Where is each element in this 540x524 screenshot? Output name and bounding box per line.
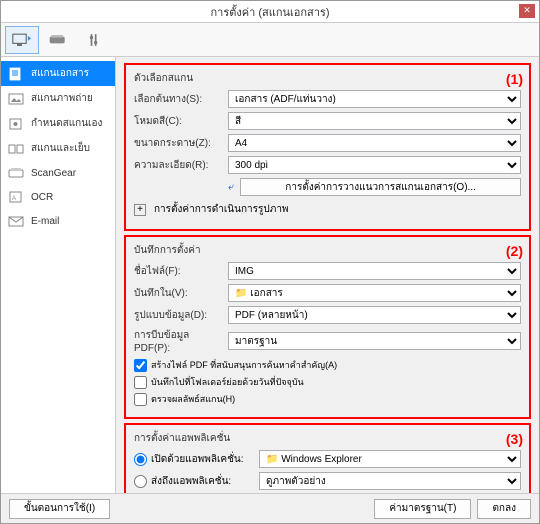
instructions-button[interactable]: ขั้นตอนการใช้(I)	[9, 499, 110, 519]
send-app-select[interactable]: ดูภาพตัวอย่าง	[259, 472, 521, 490]
defaults-button[interactable]: ค่ามาตรฐาน(T)	[374, 499, 471, 519]
sidebar-label: กำหนดสแกนเอง	[31, 116, 102, 131]
source-select[interactable]: เอกสาร (ADF/แท่นวาง)	[228, 90, 521, 108]
open-with-radio[interactable]	[134, 453, 147, 466]
sidebar-item-scangear[interactable]: ScanGear	[1, 161, 115, 185]
sidebar-label: สแกนและเย็บ	[31, 141, 90, 156]
resolution-select[interactable]: 300 dpi	[228, 156, 521, 174]
sidebar-label: OCR	[31, 192, 53, 203]
resolution-label: ความละเอียด(R):	[134, 158, 224, 173]
sidebar-item-custom-scan[interactable]: กำหนดสแกนเอง	[1, 111, 115, 136]
sidebar-item-photo-scan[interactable]: สแกนภาพถ่าย	[1, 86, 115, 111]
save-settings-title: บันทึกการตั้งค่า	[134, 243, 521, 258]
titlebar: การตั้งค่า (สแกนเอกสาร) ✕	[1, 1, 539, 23]
section-scan-options: (1) ตัวเลือกสแกน เลือกต้นทาง(S): เอกสาร …	[124, 63, 531, 231]
scanner-icon	[48, 33, 68, 47]
section-number-2: (2)	[506, 243, 523, 259]
sidebar-item-document-scan[interactable]: สแกนเอกสาร	[1, 61, 115, 86]
section-app-settings: (3) การตั้งค่าแอพพลิเคชั่น เปิดด้วยแอพพล…	[124, 423, 531, 493]
toolbar	[1, 23, 539, 57]
section-number-1: (1)	[506, 71, 523, 87]
scangear-icon	[7, 166, 25, 180]
scan-options-title: ตัวเลือกสแกน	[134, 71, 521, 86]
main-panel: (1) ตัวเลือกสแกน เลือกต้นทาง(S): เอกสาร …	[116, 57, 539, 493]
filename-combo[interactable]: IMG	[228, 262, 521, 280]
keyword-pdf-checkbox[interactable]	[134, 359, 147, 372]
sidebar-item-email[interactable]: E-mail	[1, 209, 115, 233]
app-settings-title: การตั้งค่าแอพพลิเคชั่น	[134, 431, 521, 446]
subfolder-label: บันทึกไปที่โฟลเดอร์ย่อยด้วยวันที่ปัจจุบั…	[151, 375, 304, 389]
sidebar-label: สแกนเอกสาร	[31, 66, 89, 81]
color-label: โหมดสี(C):	[134, 114, 224, 129]
send-app-radio[interactable]	[134, 475, 147, 488]
email-icon	[7, 214, 25, 228]
footer: ขั้นตอนการใช้(I) ค่ามาตรฐาน(T) ตกลง	[1, 493, 539, 523]
sidebar-label: E-mail	[31, 216, 59, 227]
compression-select[interactable]: มาตรฐาน	[228, 332, 521, 350]
toolbar-tab-scan-from-panel[interactable]	[41, 26, 75, 54]
window-title: การตั้งค่า (สแกนเอกสาร)	[211, 3, 330, 21]
check-results-label: ตรวจผลลัพธ์สแกน(H)	[151, 392, 235, 406]
custom-icon	[7, 117, 25, 131]
compression-label: การบีบข้อมูล PDF(P):	[134, 328, 224, 354]
expand-toggle[interactable]: +	[134, 204, 146, 216]
check-results-checkbox[interactable]	[134, 393, 147, 406]
keyword-pdf-label: สร้างไฟล์ PDF ที่สนับสนุนการค้นหาคำสำคัญ…	[151, 358, 337, 372]
open-with-select[interactable]: 📁 Windows Explorer	[259, 450, 521, 468]
source-label: เลือกต้นทาง(S):	[134, 92, 224, 107]
settings-dialog: การตั้งค่า (สแกนเอกสาร) ✕ สแกนเอกสาร สแก…	[0, 0, 540, 524]
savein-select[interactable]: 📁 เอกสาร	[228, 284, 521, 302]
document-icon	[7, 67, 25, 81]
sidebar: สแกนเอกสาร สแกนภาพถ่าย กำหนดสแกนเอง สแกน…	[1, 57, 116, 493]
monitor-icon	[12, 33, 32, 47]
orientation-settings-button[interactable]: การตั้งค่าการวางแนวการสแกนเอกสาร(O)...	[240, 178, 521, 196]
size-select[interactable]: A4	[228, 134, 521, 152]
size-label: ขนาดกระดาษ(Z):	[134, 136, 224, 151]
sidebar-label: สแกนภาพถ่าย	[31, 91, 93, 106]
send-app-label: ส่งถึงแอพพลิเคชั่น:	[151, 474, 255, 489]
toolbar-tab-scan-from-computer[interactable]	[5, 26, 39, 54]
orient-icon: ⤶	[228, 181, 234, 194]
section-save-settings: (2) บันทึกการตั้งค่า ชื่อไฟล์(F): IMG บั…	[124, 235, 531, 419]
photo-icon	[7, 92, 25, 106]
sidebar-label: ScanGear	[31, 168, 76, 179]
stitch-icon	[7, 142, 25, 156]
close-button[interactable]: ✕	[519, 4, 535, 18]
toolbar-tab-tools[interactable]	[77, 26, 111, 54]
ocr-icon: A	[7, 190, 25, 204]
savein-label: บันทึกใน(V):	[134, 286, 224, 301]
tools-icon	[84, 33, 104, 47]
sidebar-item-ocr[interactable]: A OCR	[1, 185, 115, 209]
format-select[interactable]: PDF (หลายหน้า)	[228, 306, 521, 324]
ok-button[interactable]: ตกลง	[477, 499, 531, 519]
filename-label: ชื่อไฟล์(F):	[134, 264, 224, 279]
image-processing-label: การตั้งค่าการดำเนินการรูปภาพ	[154, 202, 289, 217]
section-number-3: (3)	[506, 431, 523, 447]
sidebar-item-scan-stitch[interactable]: สแกนและเย็บ	[1, 136, 115, 161]
open-with-label: เปิดด้วยแอพพลิเคชั่น:	[151, 452, 255, 467]
format-label: รูปแบบข้อมูล(D):	[134, 308, 224, 323]
subfolder-checkbox[interactable]	[134, 376, 147, 389]
color-select[interactable]: สี	[228, 112, 521, 130]
svg-text:A: A	[12, 196, 16, 202]
